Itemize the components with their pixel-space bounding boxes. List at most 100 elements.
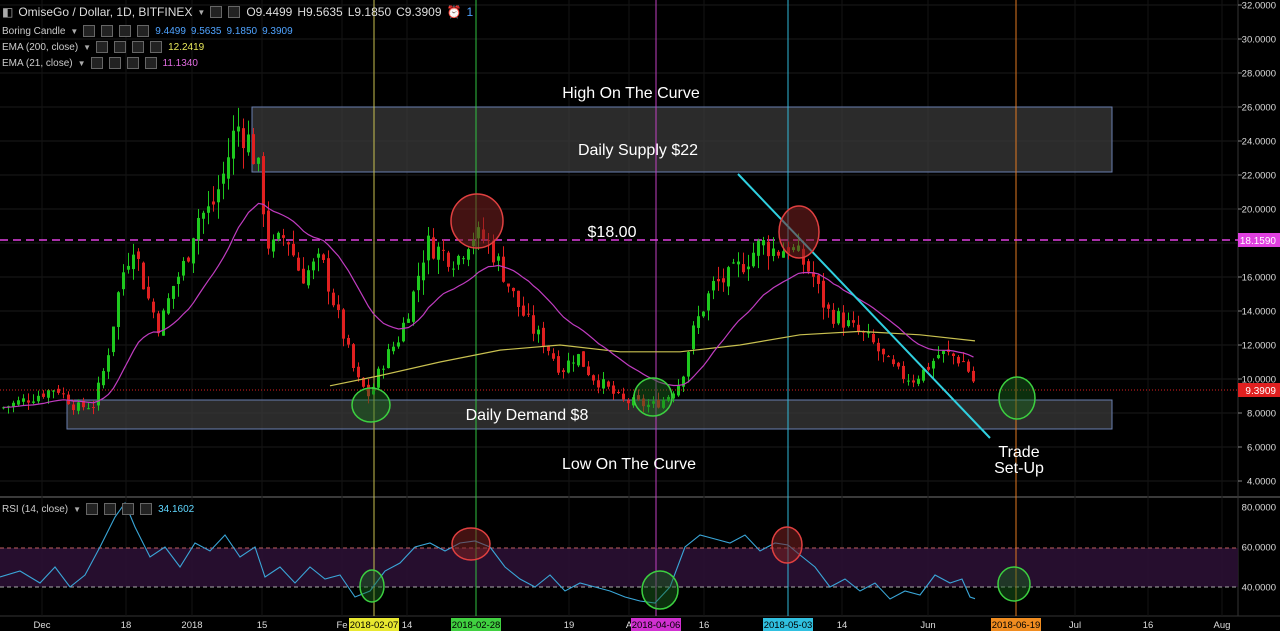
legend-candle[interactable]: Boring Candle ▼ 9.4499 9.5635 9.1850 9.3… (2, 25, 293, 37)
more-icon[interactable] (144, 57, 157, 69)
rsi-value: 34.1602 (158, 503, 195, 515)
alarm-clock-icon[interactable]: ⏰ (447, 5, 462, 19)
date-badge: 2018-05-03 (764, 620, 813, 631)
annotation-level18: $18.00 (588, 224, 637, 241)
rsi-label[interactable]: RSI (14, close) (2, 504, 68, 515)
candle-body (702, 311, 705, 317)
hide-icon[interactable] (114, 41, 127, 53)
settings-icon[interactable] (210, 6, 223, 18)
ohlc-open: O9.4499 (246, 5, 293, 19)
settings-icon[interactable] (96, 41, 109, 53)
time-tick-label: 18 (121, 620, 132, 631)
candle-body (577, 354, 580, 366)
candle-body (852, 320, 855, 323)
candle-body (252, 134, 255, 165)
candle-body (627, 400, 630, 404)
symbol-header[interactable]: ◧ OmiseGo / Dollar, 1D, BITFINEX ▼ O9.44… (2, 5, 473, 19)
rsi-tick-label: 60.0000 (1242, 543, 1276, 554)
candle-body (867, 332, 870, 334)
rsi-circle-green-2 (641, 570, 679, 610)
price-tick-label: 32.0000 (1242, 1, 1276, 12)
candle-body (517, 290, 520, 308)
candle-body (292, 243, 295, 256)
candle-body (437, 246, 440, 260)
candle-body (192, 238, 195, 264)
candle-body (502, 256, 505, 282)
symbol-title[interactable]: OmiseGo / Dollar, 1D, BITFINEX (18, 5, 192, 19)
ema21-label[interactable]: EMA (21, close) (2, 58, 73, 69)
hide-icon[interactable] (101, 25, 114, 37)
candle-body (392, 346, 395, 352)
candle-body (522, 305, 525, 316)
candle-body (452, 268, 455, 270)
annotation-trade-1: Trade (998, 444, 1039, 461)
legend-ema200[interactable]: EMA (200, close) ▼ 12.2419 (2, 41, 204, 53)
candle-body (942, 350, 945, 355)
candle-body (717, 278, 720, 282)
candle-body (267, 210, 270, 249)
circle-green-3 (998, 376, 1036, 420)
more-icon[interactable] (140, 503, 153, 515)
price-chart[interactable]: High On The Curve Daily Supply $22 $18.0… (0, 0, 1280, 631)
candle-body (512, 287, 515, 292)
candle-body (427, 235, 430, 261)
ema200-label[interactable]: EMA (200, close) (2, 42, 78, 53)
more-icon[interactable] (150, 41, 163, 53)
price-tick-label: 28.0000 (1242, 69, 1276, 80)
candle-body (217, 189, 220, 203)
close-icon[interactable] (119, 25, 132, 37)
settings-icon[interactable] (86, 503, 99, 515)
candle-body (242, 128, 245, 149)
candle-body (197, 217, 200, 240)
hide-icon[interactable] (108, 57, 121, 69)
chevron-down-icon[interactable]: ▼ (70, 27, 78, 36)
candle-body (807, 261, 810, 272)
chevron-down-icon[interactable]: ▼ (83, 43, 91, 52)
hide-icon[interactable] (104, 503, 117, 515)
price-tick-label: 8.0000 (1247, 409, 1276, 420)
chevron-down-icon[interactable]: ▼ (73, 505, 81, 514)
candle-body (22, 398, 25, 402)
candle-body (532, 315, 535, 334)
close-icon[interactable] (126, 57, 139, 69)
time-tick-label: 16 (699, 620, 710, 631)
candle-body (687, 352, 690, 377)
legend-rsi[interactable]: RSI (14, close) ▼ 34.1602 (2, 503, 194, 515)
candle-body (207, 206, 210, 213)
chevron-down-icon[interactable]: ▼ (78, 59, 86, 68)
candle-body (592, 375, 595, 381)
settings-icon[interactable] (83, 25, 96, 37)
settings-icon[interactable] (90, 57, 103, 69)
legend-ema21[interactable]: EMA (21, close) ▼ 11.1340 (2, 57, 198, 69)
candle-label[interactable]: Boring Candle (2, 26, 65, 37)
chevron-down-icon[interactable]: ▼ (197, 8, 205, 17)
candle-body (272, 239, 275, 252)
candle-body (122, 272, 125, 290)
candle-body (442, 249, 445, 251)
candle-body (382, 368, 385, 370)
candle-body (357, 366, 360, 378)
rsi-circle-red-2 (771, 526, 803, 564)
candle-body (52, 390, 55, 392)
candle-body (237, 126, 240, 132)
time-tick-label: 15 (257, 620, 268, 631)
close-icon[interactable] (132, 41, 145, 53)
more-icon[interactable] (137, 25, 150, 37)
candle-body (422, 262, 425, 281)
candle-body (617, 392, 620, 394)
annotation-low-curve: Low On The Curve (562, 456, 696, 473)
candle-body (572, 362, 575, 364)
candle-body (752, 252, 755, 267)
candle-body (927, 366, 930, 370)
ohlc-close: C9.3909 (396, 5, 442, 19)
close-icon[interactable] (122, 503, 135, 515)
candle-body (312, 261, 315, 271)
candle-body (37, 395, 40, 402)
candle-body (87, 408, 90, 410)
hide-icon[interactable] (228, 6, 241, 18)
candle-body (127, 265, 130, 270)
candle-body (222, 173, 225, 184)
candle-body (742, 264, 745, 273)
date-badges: 2018-02-07 2018-02-28 2018-04-06 2018-05-03… (349, 618, 1041, 631)
candle-body (837, 311, 840, 324)
